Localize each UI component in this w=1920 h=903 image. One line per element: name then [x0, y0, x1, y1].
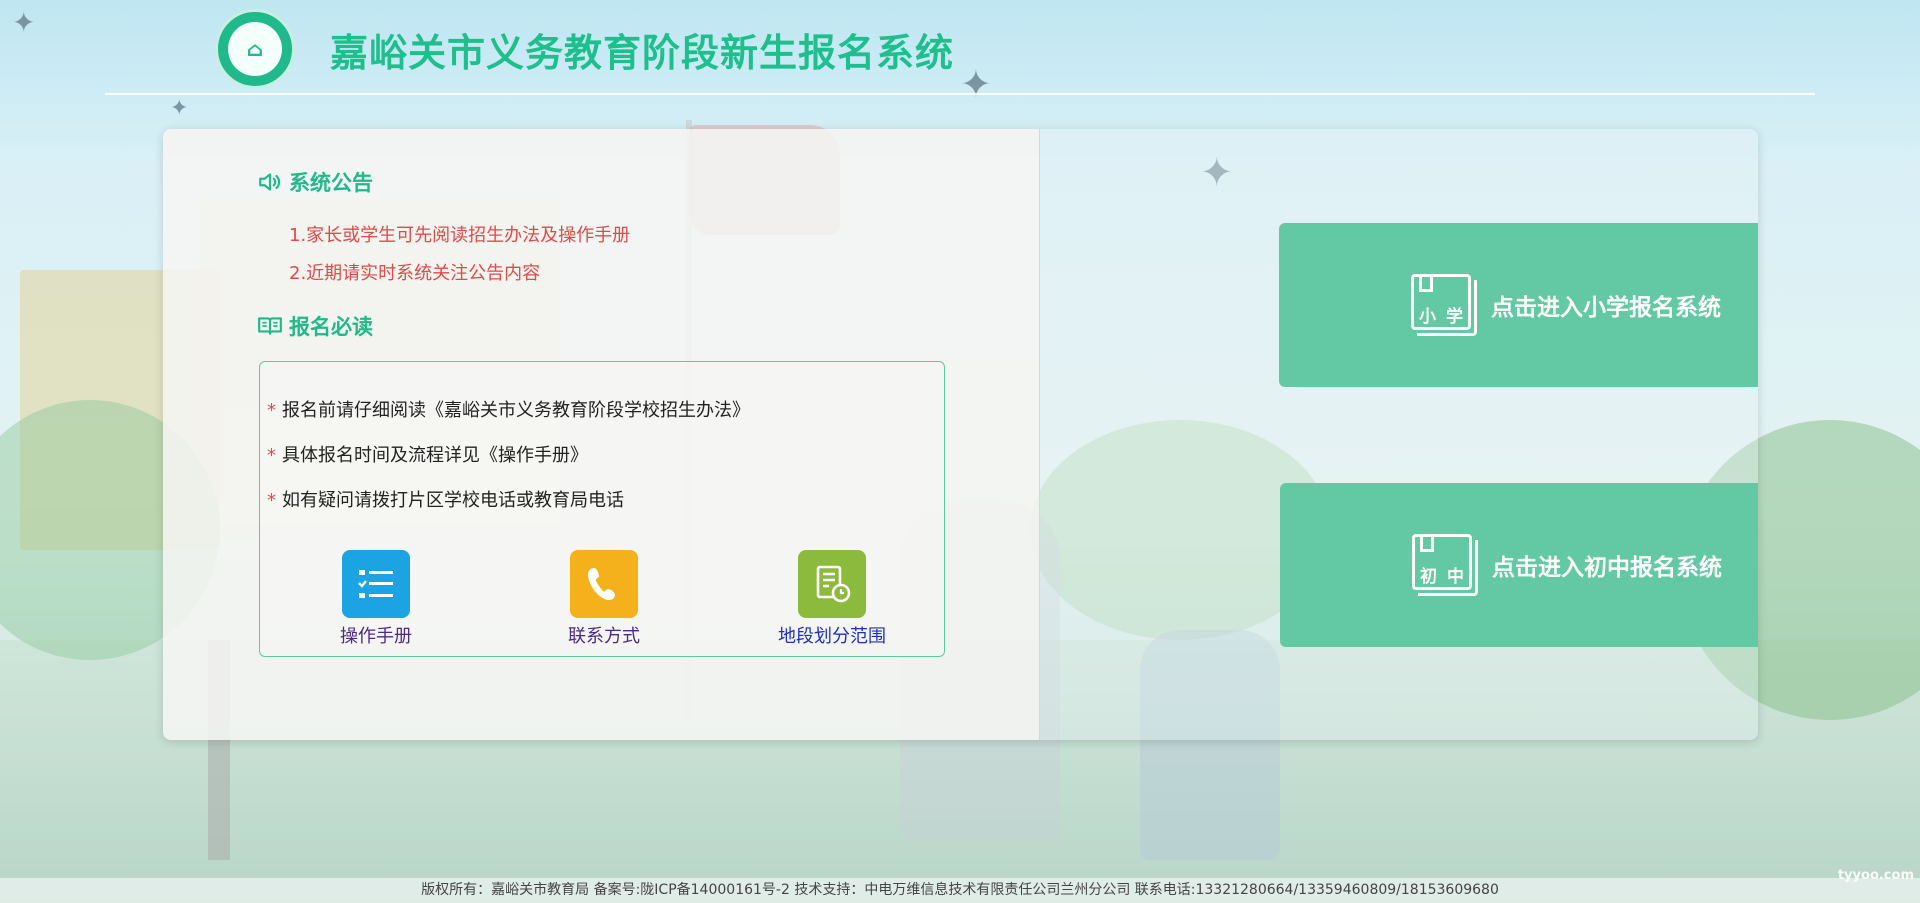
notice-list: 1.家长或学生可先阅读招生办法及操作手册 2.近期请实时系统关注公告内容: [289, 217, 630, 293]
book-icon: 初 中: [1412, 534, 1478, 596]
speaker-icon: [259, 173, 281, 191]
info-panel: 系统公告 1.家长或学生可先阅读招生办法及操作手册 2.近期请实时系统关注公告内…: [163, 129, 1040, 740]
notice-heading: 系统公告: [257, 167, 373, 197]
header-divider: [105, 93, 1815, 95]
must-read-item: * 具体报名时间及流程详见《操作手册》: [267, 445, 588, 466]
must-read-item: * 报名前请仔细阅读《嘉峪关市义务教育阶段学校招生办法》: [267, 400, 750, 421]
district-range-link[interactable]: 地段划分范围: [752, 550, 912, 648]
watermark: tyyoo.com: [1837, 868, 1914, 883]
logo: ⌂: [215, 9, 295, 89]
notice-heading-label: 系统公告: [289, 171, 373, 195]
primary-school-enter-button[interactable]: 小 学 点击进入小学报名系统: [1279, 223, 1758, 387]
phone-icon: [570, 550, 638, 618]
open-book-icon: [258, 317, 282, 335]
school-emblem-icon: ⌂: [228, 22, 282, 76]
manual-link[interactable]: 操作手册: [296, 550, 456, 648]
document-clock-icon: [798, 550, 866, 618]
primary-school-enter-label: 点击进入小学报名系统: [1491, 295, 1721, 321]
checklist-icon: [342, 550, 410, 618]
notice-item: 1.家长或学生可先阅读招生办法及操作手册: [289, 225, 631, 246]
must-read-heading: 报名必读: [257, 311, 373, 341]
must-read-item: * 如有疑问请拨打片区学校电话或教育局电话: [267, 490, 624, 511]
middle-school-enter-label: 点击进入初中报名系统: [1492, 555, 1722, 581]
contact-link[interactable]: 联系方式: [524, 550, 684, 648]
contact-link-label: 联系方式: [568, 626, 640, 647]
main-panel: 系统公告 1.家长或学生可先阅读招生办法及操作手册 2.近期请实时系统关注公告内…: [163, 129, 1758, 740]
must-read-box: * 报名前请仔细阅读《嘉峪关市义务教育阶段学校招生办法》 * 具体报名时间及流程详见…: [259, 361, 945, 657]
middle-school-enter-button[interactable]: 初 中 点击进入初中报名系统: [1280, 483, 1758, 647]
must-read-list: * 报名前请仔细阅读《嘉峪关市义务教育阶段学校招生办法》 * 具体报名时间及流程详见…: [267, 388, 750, 523]
must-read-heading-label: 报名必读: [289, 315, 373, 339]
entry-panel: 小 学 点击进入小学报名系统 初 中 点击进入初中报名系统: [1040, 129, 1758, 740]
manual-link-label: 操作手册: [340, 626, 412, 647]
district-range-link-label: 地段划分范围: [778, 626, 886, 647]
site-header: ⌂ 嘉峪关市义务教育阶段新生报名系统: [0, 0, 1920, 95]
notice-item: 2.近期请实时系统关注公告内容: [289, 263, 541, 284]
book-icon: 小 学: [1411, 274, 1477, 336]
footer-copyright: 版权所有：嘉峪关市教育局 备案号:陇ICP备14000161号-2 技术支持：中…: [0, 878, 1920, 903]
page-title: 嘉峪关市义务教育阶段新生报名系统: [330, 31, 955, 75]
